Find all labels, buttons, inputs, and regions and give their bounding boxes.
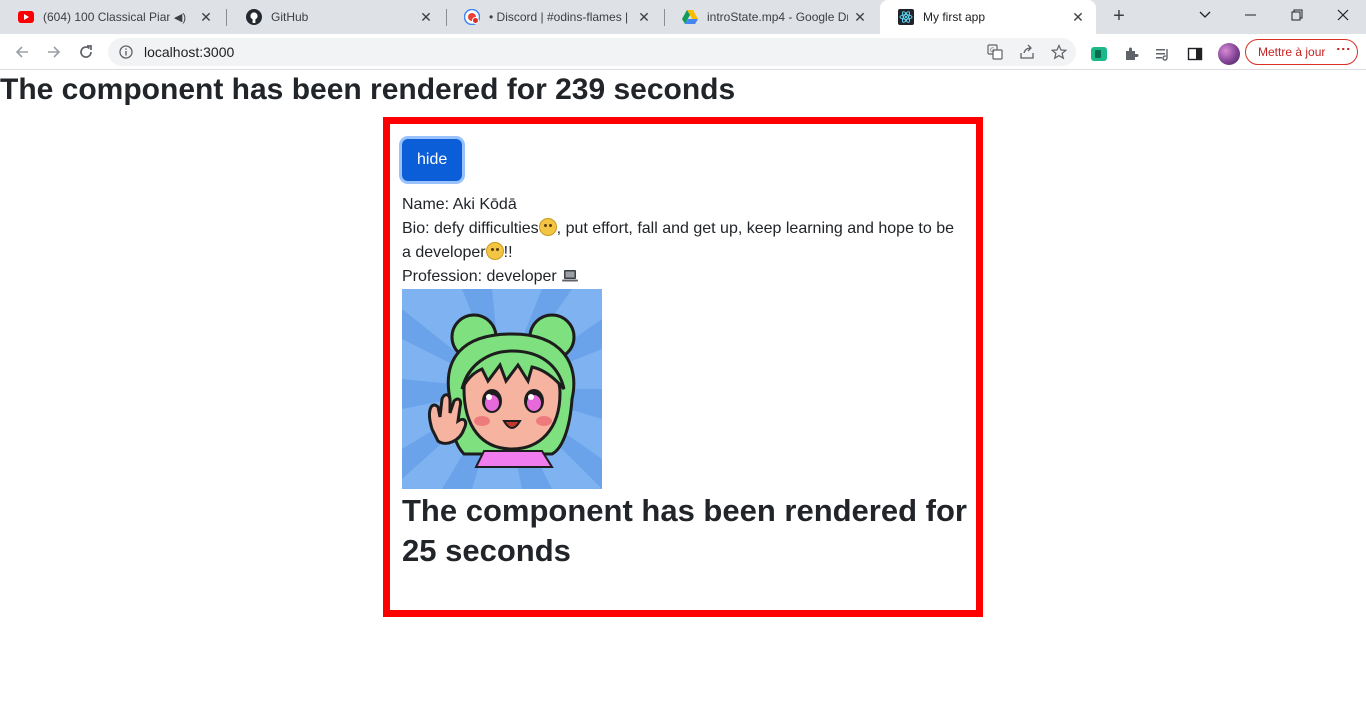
github-icon bbox=[246, 9, 262, 25]
react-icon bbox=[898, 9, 914, 25]
close-icon[interactable]: ✕ bbox=[198, 9, 214, 25]
tab-google-drive[interactable]: introState.mp4 - Google Driv ✕ bbox=[664, 0, 878, 34]
share-icon[interactable] bbox=[1018, 43, 1036, 61]
tab-my-first-app[interactable]: My first app ✕ bbox=[880, 0, 1096, 34]
tab-title: introState.mp4 - Google Driv bbox=[707, 10, 848, 24]
tab-title: My first app bbox=[923, 10, 986, 24]
new-tab-button[interactable]: + bbox=[1108, 6, 1130, 28]
inner-render-timer-heading: The component has been rendered for 25 s… bbox=[402, 493, 967, 568]
update-button[interactable]: Mettre à jour ⋮ bbox=[1245, 39, 1358, 65]
bio-text-1: Bio: defy difficulties bbox=[402, 220, 539, 237]
close-icon bbox=[1337, 9, 1349, 21]
tab-title: • Discord | #odins-flames | Gl bbox=[489, 10, 632, 24]
tab-discord[interactable]: • Discord | #odins-flames | Gl ✕ bbox=[446, 0, 665, 34]
address-bar[interactable]: localhost:3000 G bbox=[108, 38, 1076, 66]
media-queue-icon[interactable] bbox=[1154, 45, 1172, 63]
tab-title: (604) 100 Classical Piano bbox=[43, 10, 170, 24]
frustrated-face-emoji-icon bbox=[538, 218, 557, 236]
tab-separator bbox=[226, 9, 227, 26]
url-text[interactable]: localhost:3000 bbox=[144, 44, 234, 60]
tab-strip: (604) 100 Classical Piano ◀) ✕ GitHub ✕ … bbox=[0, 0, 1366, 34]
arrow-right-icon bbox=[48, 46, 61, 58]
audio-playing-icon[interactable]: ◀) bbox=[174, 11, 186, 24]
smiling-face-emoji-icon bbox=[485, 242, 504, 260]
extension-app-icon[interactable] bbox=[1090, 45, 1108, 63]
profile-profession: Profession: developer bbox=[402, 265, 964, 289]
discord-icon bbox=[464, 9, 480, 25]
extensions-puzzle-icon[interactable] bbox=[1122, 45, 1140, 63]
tab-github[interactable]: GitHub ✕ bbox=[228, 0, 447, 34]
profile-info: Name: Aki Kōdā Bio: defy difficulties, p… bbox=[402, 193, 964, 289]
page-content: The component has been rendered for 239 … bbox=[0, 71, 1366, 728]
close-icon[interactable]: ✕ bbox=[636, 9, 652, 25]
restore-button[interactable] bbox=[1274, 0, 1320, 30]
minimize-button[interactable] bbox=[1228, 0, 1274, 30]
profile-avatar[interactable] bbox=[1218, 43, 1240, 65]
tab-search-button[interactable] bbox=[1182, 0, 1228, 30]
chevron-down-icon bbox=[1199, 11, 1211, 18]
outer-render-timer-heading: The component has been rendered for 239 … bbox=[0, 73, 736, 106]
google-drive-icon bbox=[682, 9, 698, 25]
profile-avatar-image bbox=[402, 289, 602, 489]
site-info-icon[interactable] bbox=[118, 44, 134, 60]
update-button-label: Mettre à jour bbox=[1258, 45, 1326, 59]
profile-bio: Bio: defy difficulties, put effort, fall… bbox=[402, 217, 964, 265]
tab-youtube[interactable]: (604) 100 Classical Piano ◀) ✕ bbox=[0, 0, 227, 34]
hide-button[interactable]: hide bbox=[402, 139, 463, 181]
svg-text:G: G bbox=[990, 47, 995, 54]
window-close-button[interactable] bbox=[1320, 0, 1366, 30]
reload-icon bbox=[80, 45, 92, 58]
bio-text-3: !! bbox=[503, 244, 513, 261]
close-icon[interactable]: ✕ bbox=[418, 9, 434, 25]
restore-icon bbox=[1291, 9, 1303, 21]
laptop-emoji-icon bbox=[562, 270, 579, 282]
translate-icon[interactable]: G bbox=[986, 43, 1004, 61]
reload-button[interactable] bbox=[72, 38, 100, 66]
more-menu-icon[interactable]: ⋮ bbox=[1336, 42, 1352, 56]
browser-toolbar: localhost:3000 G Mettre à jour ⋮ bbox=[0, 34, 1366, 70]
minimize-icon bbox=[1245, 14, 1256, 16]
profile-name: Name: Aki Kōdā bbox=[402, 196, 517, 213]
forward-button[interactable] bbox=[40, 38, 68, 66]
back-button[interactable] bbox=[8, 38, 36, 66]
arrow-left-icon bbox=[15, 46, 28, 58]
youtube-icon bbox=[18, 9, 34, 25]
profile-card: hide Name: Aki Kōdā Bio: defy difficulti… bbox=[383, 117, 983, 617]
close-icon[interactable]: ✕ bbox=[1070, 9, 1086, 25]
profession-text: Profession: developer bbox=[402, 268, 562, 285]
tab-title: GitHub bbox=[271, 10, 309, 24]
side-panel-icon[interactable] bbox=[1186, 45, 1204, 63]
bookmark-star-icon[interactable] bbox=[1050, 43, 1068, 61]
close-icon[interactable]: ✕ bbox=[852, 9, 868, 25]
